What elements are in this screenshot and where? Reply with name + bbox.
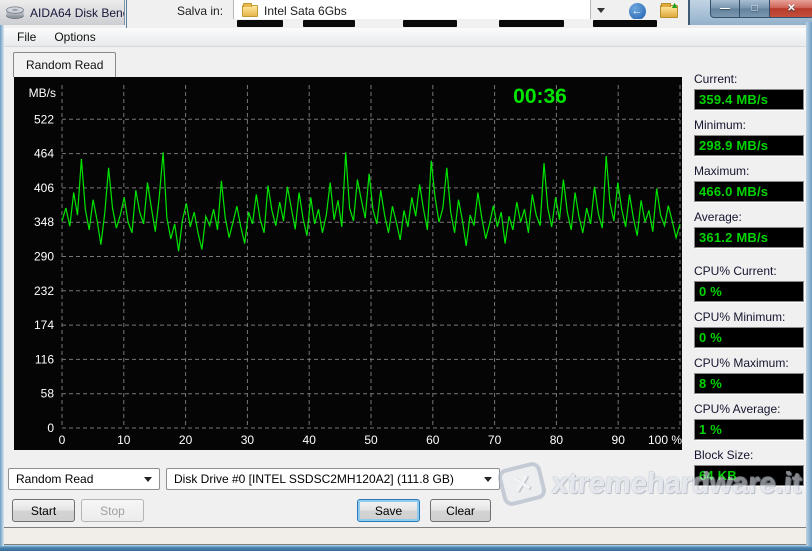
tick-label: 100 % [648,433,682,447]
tick-label: 174 [34,318,54,332]
save-button[interactable]: Save [357,499,420,522]
block-size-value: 64 KB [699,468,737,483]
save-location-value: Intel Sata 6Gbs [264,3,347,18]
window-frame-left [0,25,4,546]
test-type-dropdown[interactable]: Random Read [8,468,160,490]
chevron-down-icon [484,477,492,482]
clear-button[interactable]: Clear [430,499,491,522]
up-one-level-button[interactable]: ▲ [657,0,681,21]
maximum-value: 466.0 MB/s [699,184,769,199]
menu-options[interactable]: Options [45,28,104,46]
average-value: 361.2 MB/s [699,230,769,245]
stat-average: Average: 361.2 MB/s [694,210,804,248]
tick-label: 406 [34,181,54,195]
tick-label: 90 [612,433,626,447]
stat-current: Current: 359.4 MB/s [694,72,804,110]
minimize-button[interactable]: — [710,0,740,18]
tick-label: 60 [426,433,440,447]
folder-icon [242,2,258,17]
disk-drive-dropdown[interactable]: Disk Drive #0 [INTEL SSDSC2MH120A2] (111… [166,468,500,490]
stats-panel: Current: 359.4 MB/s Minimum: 298.9 MB/s … [694,72,804,494]
tick-label: 464 [34,147,54,161]
tab-label: Random Read [26,58,104,72]
tick-label: 116 [35,352,54,366]
window-title: AIDA64 Disk Bench [30,5,125,20]
app-window: AIDA64 Disk Bench Salva in: Intel Sata 6… [0,0,812,551]
tick-label: 30 [241,433,255,447]
tick-label: 232 [34,284,54,298]
stat-cpu-maximum: CPU% Maximum: 8 % [694,356,804,394]
tick-label: 58 [41,387,55,401]
menu-bar: File Options [0,28,806,47]
disk-icon [6,6,24,19]
window-title-bar: AIDA64 Disk Bench [0,0,125,25]
file-list-fragment [127,19,687,28]
close-button[interactable]: ✕ [769,0,812,18]
tick-label: 10 [117,433,131,447]
chart-svg: MB/s 522 464 406 348 290 232 174 116 58 00 10 20 30 40… [29,85,682,447]
up-folder-icon: ▲ [660,0,679,18]
back-button[interactable]: ← [625,1,649,21]
benchmark-chart: MB/s 522 464 406 348 290 232 174 116 58 0 0 10 20 30 40… [14,77,682,450]
cpu-minimum-value: 0 % [699,330,723,345]
watermark-x-logo: ✕ [496,460,548,508]
tick-label: 348 [34,215,54,229]
stat-maximum: Maximum: 466.0 MB/s [694,164,804,202]
window-frame-right [806,22,812,546]
tick-label: 0 [47,421,54,435]
stat-cpu-current: CPU% Current: 0 % [694,264,804,302]
throughput-line [61,152,681,252]
elapsed-time: 00:36 [513,85,567,108]
chevron-down-icon[interactable] [597,8,605,13]
tick-label: 290 [34,250,54,264]
tick-label: 40 [303,433,317,447]
chevron-down-icon [144,477,152,482]
save-in-label: Salva in: [177,4,224,18]
tick-label: 20 [179,433,193,447]
start-button[interactable]: Start [12,499,75,522]
tick-label: 522 [34,112,54,126]
stat-block-size: Block Size: 64 KB [694,448,804,486]
tick-label: 70 [488,433,502,447]
stat-cpu-average: CPU% Average: 1 % [694,402,804,440]
tick-label: 0 [59,433,66,447]
status-bar [2,527,810,545]
cpu-maximum-value: 8 % [699,376,723,391]
window-controls: — □ ✕ [688,0,812,25]
menu-file[interactable]: File [8,28,45,46]
save-dialog-fragment: Salva in: Intel Sata 6Gbs ← ▲ ✱ [126,0,789,28]
cpu-current-value: 0 % [699,284,723,299]
window-frame-bottom [0,545,812,551]
tick-label: 80 [550,433,564,447]
cpu-average-value: 1 % [699,422,723,437]
stop-button[interactable]: Stop [81,499,144,522]
current-value: 359.4 MB/s [699,92,769,107]
y-axis-unit: MB/s [29,86,56,100]
stat-cpu-minimum: CPU% Minimum: 0 % [694,310,804,348]
back-arrow-icon: ← [628,2,646,20]
tick-label: 50 [364,433,378,447]
minimum-value: 298.9 MB/s [699,138,769,153]
maximize-button[interactable]: □ [740,0,769,18]
tab-random-read[interactable]: Random Read [13,52,117,77]
stat-minimum: Minimum: 298.9 MB/s [694,118,804,156]
